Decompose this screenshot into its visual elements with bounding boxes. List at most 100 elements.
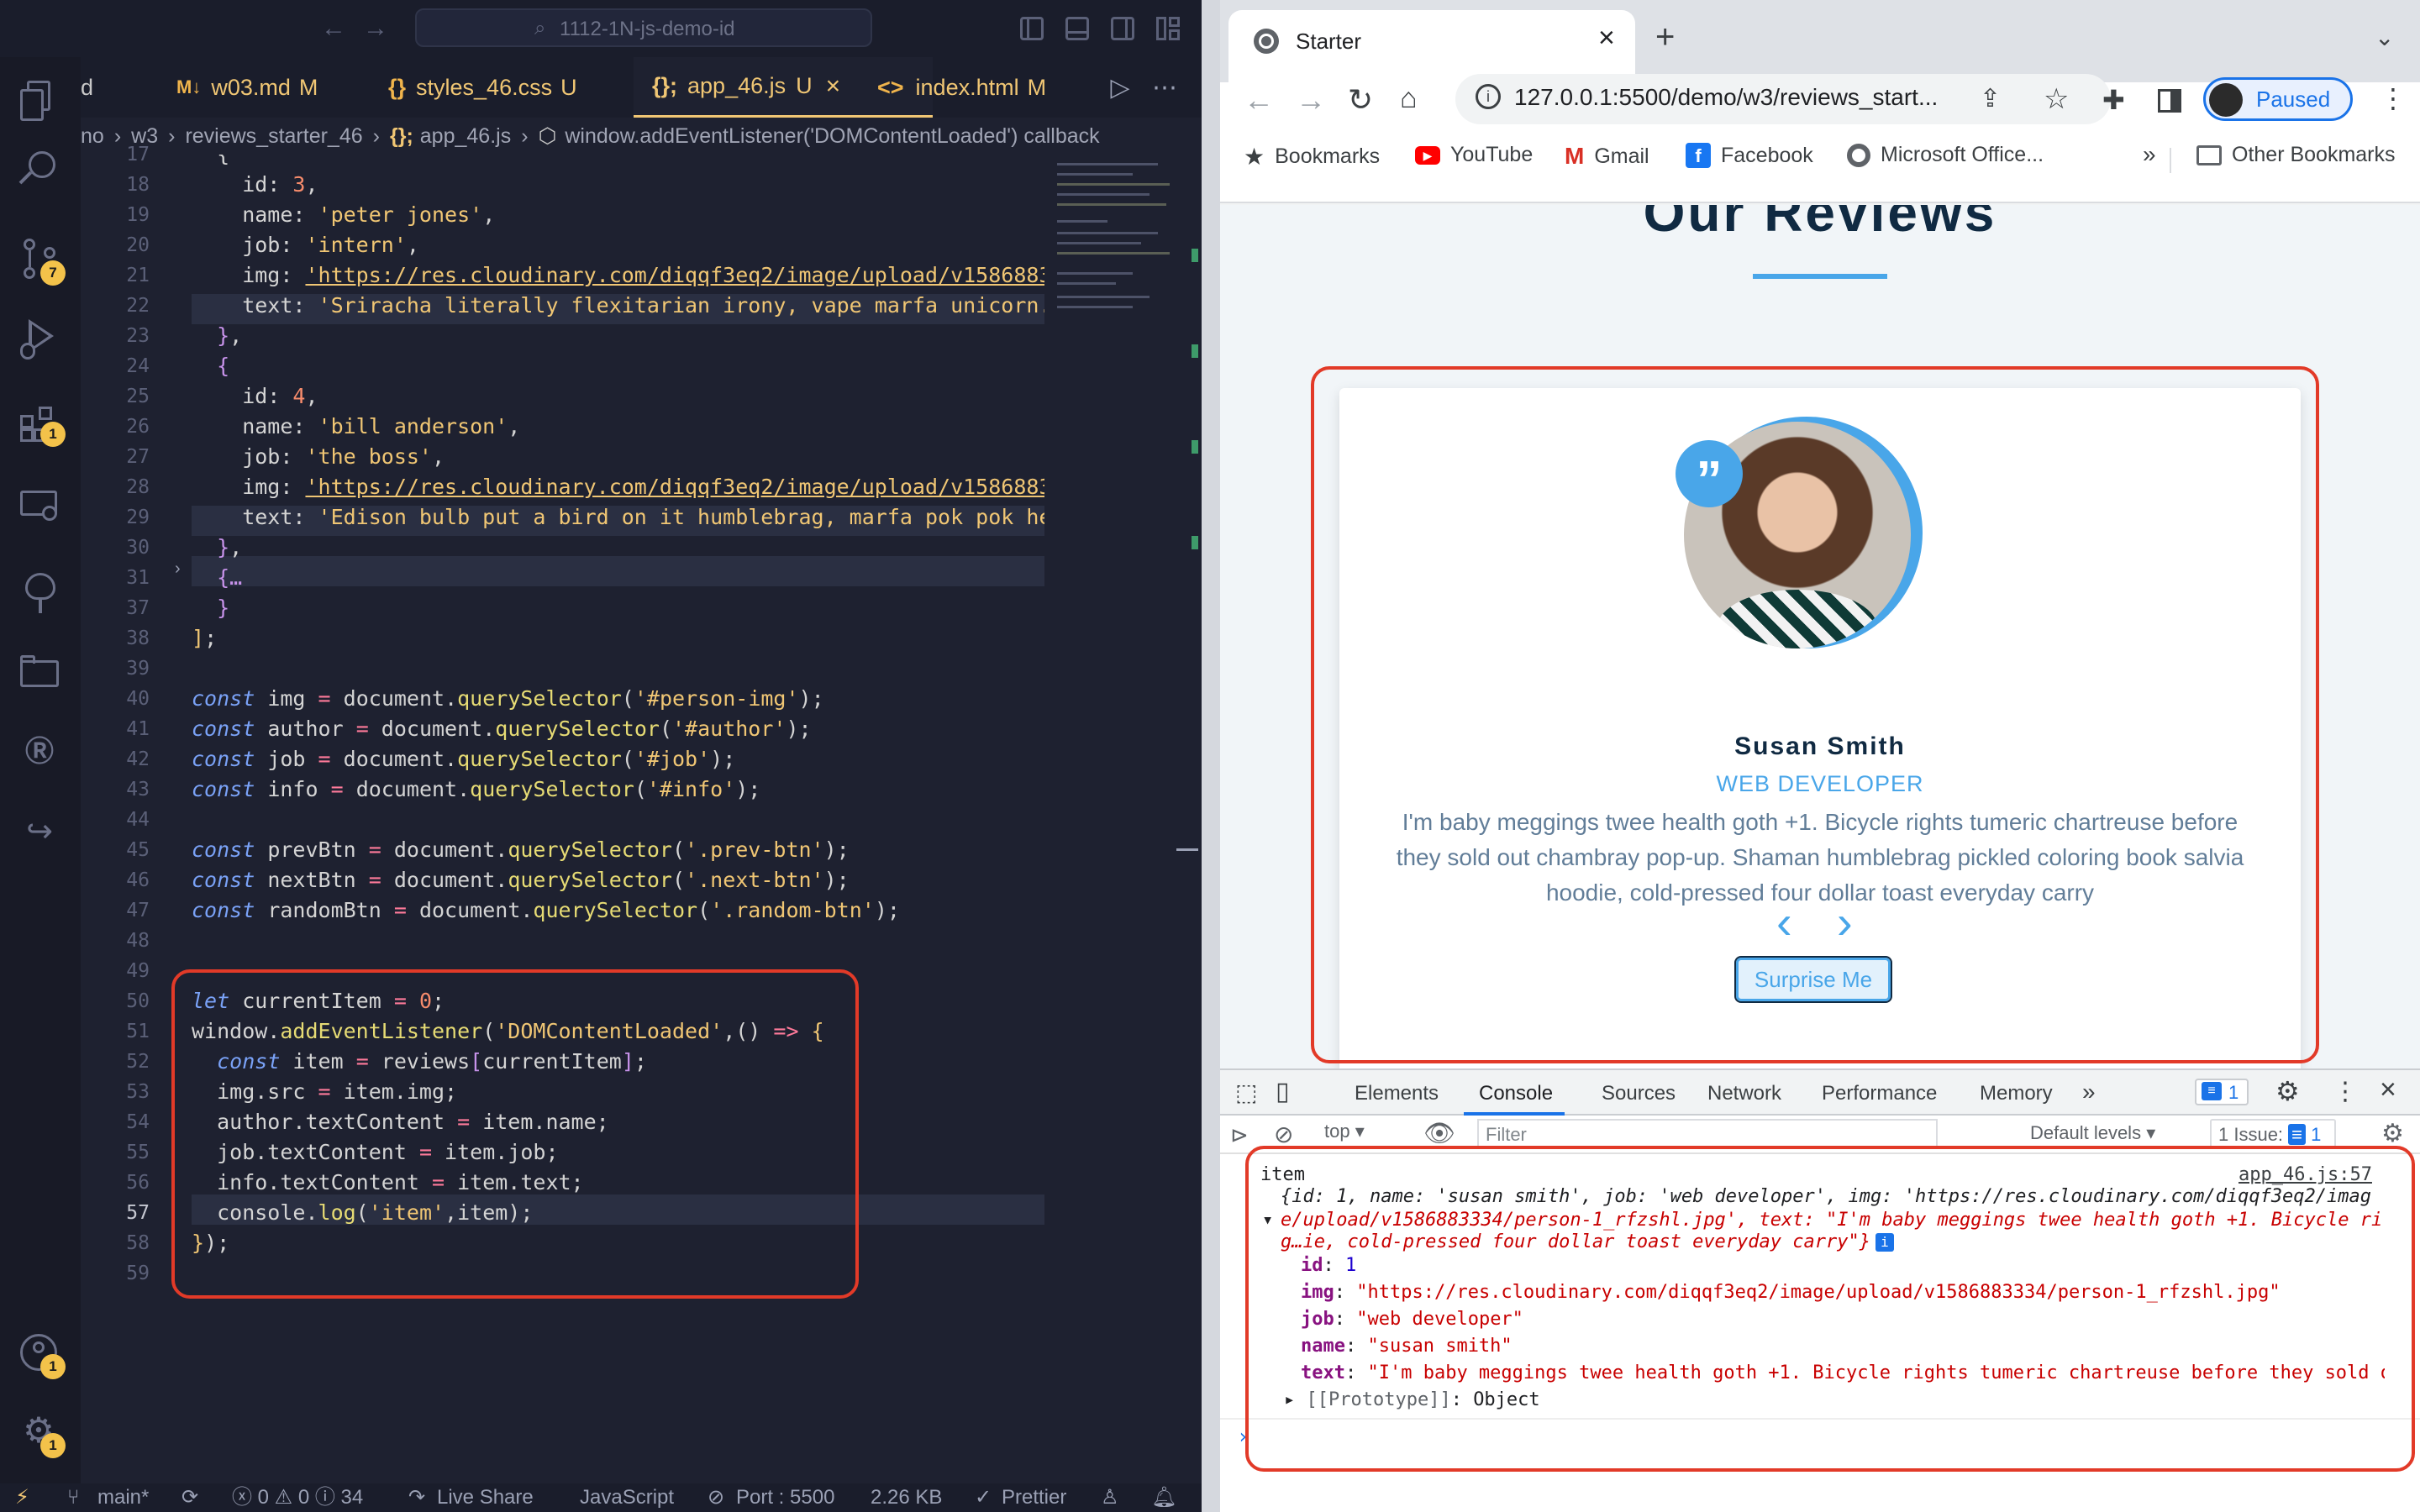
breadcrumb-item[interactable]: app_46.js	[420, 124, 511, 149]
context-selector[interactable]: top ▾	[1324, 1121, 1392, 1149]
filter-input[interactable]: Filter	[1477, 1119, 1938, 1149]
tab-performance[interactable]: Performance	[1822, 1082, 1937, 1105]
profile-button[interactable]: Paused	[2203, 77, 2353, 121]
bookmark-gmail[interactable]: M Gmail	[1565, 143, 1649, 170]
tab-styles-css[interactable]: {} styles_46.css U	[388, 57, 577, 118]
tab-search-chevron-icon[interactable]: ⌄	[2375, 24, 2394, 51]
tab-memory[interactable]: Memory	[1980, 1082, 2053, 1105]
back-arrow-icon[interactable]: ←	[1244, 82, 1274, 118]
side-panel-icon[interactable]	[2158, 89, 2181, 113]
tab-network[interactable]: Network	[1707, 1082, 1781, 1105]
remote-indicator-icon[interactable]: ⚡	[15, 1483, 29, 1512]
tab-label: index.html	[915, 74, 1019, 100]
bookmarks-folder[interactable]: ★ Bookmarks	[1244, 143, 1380, 171]
more-tabs-button[interactable]: »	[2082, 1079, 2096, 1105]
levels-label: Default levels	[2030, 1122, 2142, 1143]
tab-sources[interactable]: Sources	[1602, 1082, 1676, 1105]
customize-layout-icon[interactable]	[1156, 17, 1180, 40]
tab-elements[interactable]: Elements	[1355, 1082, 1439, 1105]
clear-console-icon[interactable]: ⊘	[1274, 1121, 1293, 1148]
tab-w03-md[interactable]: M↓ w03.md M	[176, 57, 318, 118]
vscode-window: ← → ⌕ 1112-1N-js-demo-id 7 1 Ⓡ ↪ 1 ⚙ 1 d…	[0, 0, 1213, 1512]
breadcrumb-item[interactable]: window.addEventListener('DOMContentLoade…	[565, 124, 1099, 149]
console-settings-gear-icon[interactable]: ⚙	[2381, 1119, 2404, 1148]
forward-arrow-icon[interactable]: →	[1296, 82, 1326, 118]
minimap[interactable]	[1050, 155, 1176, 331]
issues-label: 1 Issue:	[2218, 1124, 2284, 1145]
gear-icon[interactable]: ⚙	[2275, 1075, 2300, 1107]
breadcrumb-item[interactable]: reviews_starter_46	[185, 124, 362, 149]
explorer-icon[interactable]	[20, 81, 54, 121]
close-icon[interactable]: ×	[1598, 22, 1615, 55]
chrome-menu-icon[interactable]: ⋮	[2380, 82, 2407, 114]
toggle-sidebar-icon[interactable]	[1020, 17, 1044, 40]
site-info-icon[interactable]: i	[1476, 84, 1501, 109]
bookmarks-overflow[interactable]: »	[2143, 141, 2156, 168]
bookmark-facebook[interactable]: f Facebook	[1686, 143, 1813, 168]
sync-icon[interactable]: ⟳	[182, 1483, 198, 1512]
tab-truncated[interactable]: d	[81, 57, 106, 118]
globe-icon	[1254, 29, 1279, 54]
live-share-tree-icon[interactable]	[22, 573, 59, 613]
line-number: 39	[126, 658, 150, 680]
tab-title: Starter	[1296, 29, 1362, 54]
breadcrumb-item[interactable]: no	[81, 124, 104, 149]
git-branch[interactable]: main*	[97, 1483, 149, 1512]
line-number: 44	[126, 809, 150, 831]
forward-arrow-icon[interactable]: →	[361, 12, 390, 45]
address-bar[interactable]: i 127.0.0.1:5500/demo/w3/reviews_start..…	[1455, 74, 2111, 124]
device-toolbar-icon[interactable]: ▯	[1276, 1077, 1290, 1106]
line-number: 22	[126, 295, 150, 317]
tab-console[interactable]: Console	[1479, 1082, 1553, 1105]
r-language-icon[interactable]: Ⓡ	[18, 729, 60, 768]
eye-icon[interactable]: 👁︎	[1423, 1119, 1455, 1148]
line-number: 46	[126, 869, 150, 891]
log-levels-dropdown[interactable]: Default levels ▾	[2030, 1122, 2155, 1144]
line-number: 57	[126, 1202, 150, 1224]
git-status-badge: M	[298, 74, 318, 100]
feedback-icon[interactable]: ♙	[1101, 1483, 1119, 1512]
show-sidebar-icon[interactable]: ⊳	[1230, 1122, 1249, 1148]
back-arrow-icon[interactable]: ←	[319, 12, 348, 45]
code-fold[interactable]: {…	[217, 565, 242, 590]
close-icon[interactable]: ×	[826, 72, 841, 101]
tab-index-html[interactable]: <> index.html M	[877, 57, 1046, 118]
bookmark-youtube[interactable]: ▶ YouTube	[1415, 143, 1533, 167]
share-arrow-icon[interactable]: ↪	[18, 810, 60, 852]
prettier-status[interactable]: Prettier	[1002, 1483, 1066, 1512]
messages-counter[interactable]: ≡ 1	[2195, 1079, 2249, 1105]
extensions-puzzle-icon[interactable]: ✚	[2102, 84, 2125, 116]
toggle-panel-icon[interactable]	[1065, 17, 1089, 40]
run-debug-icon[interactable]	[20, 318, 59, 360]
language-mode[interactable]: JavaScript	[580, 1483, 674, 1512]
bookmark-microsoft-office[interactable]: Microsoft Office...	[1847, 143, 2044, 167]
tab-label: app_46.js	[687, 73, 786, 98]
close-icon[interactable]: ×	[2380, 1074, 2396, 1106]
more-actions-icon[interactable]: ⋯	[1148, 72, 1181, 102]
inspect-element-icon[interactable]: ⬚	[1235, 1079, 1257, 1106]
code-token: '#job'	[634, 747, 711, 771]
fold-chevron-icon[interactable]: ›	[175, 560, 187, 577]
folder-icon[interactable]	[20, 654, 59, 689]
command-center-search[interactable]: ⌕ 1112-1N-js-demo-id	[415, 8, 872, 47]
live-share-button[interactable]: Live Share	[437, 1483, 534, 1512]
notifications-bell-icon[interactable]: 🔔︎	[1151, 1483, 1176, 1512]
run-play-icon[interactable]: ▷	[1106, 72, 1134, 102]
toggle-secondary-sidebar-icon[interactable]	[1111, 17, 1134, 40]
live-server-port[interactable]: Port : 5500	[736, 1483, 834, 1512]
search-icon[interactable]	[18, 151, 59, 190]
share-icon[interactable]: ⇪	[1980, 84, 2001, 113]
devtools-panel: ⬚ ▯ Elements Console Sources Network Per…	[1220, 1068, 2420, 1512]
line-number: 55	[126, 1142, 150, 1163]
browser-tab[interactable]: Starter ×	[1228, 10, 1635, 82]
other-bookmarks-folder[interactable]: Other Bookmarks	[2196, 143, 2396, 167]
remote-explorer-icon[interactable]	[20, 487, 59, 526]
overview-ruler-marker	[1176, 848, 1198, 851]
issues-button[interactable]: 1 Issue: ≡ 1	[2210, 1119, 2336, 1149]
reload-icon[interactable]: ↻	[1348, 82, 1373, 118]
bookmark-star-icon[interactable]: ☆	[2044, 82, 2069, 116]
home-icon[interactable]: ⌂	[1400, 82, 1418, 115]
problems-indicator[interactable]: ⓧ 0 ⚠ 0 ⓘ 34	[232, 1483, 363, 1512]
new-tab-plus-icon[interactable]: +	[1655, 18, 1675, 56]
devtools-menu-icon[interactable]: ⋮	[2333, 1077, 2358, 1106]
